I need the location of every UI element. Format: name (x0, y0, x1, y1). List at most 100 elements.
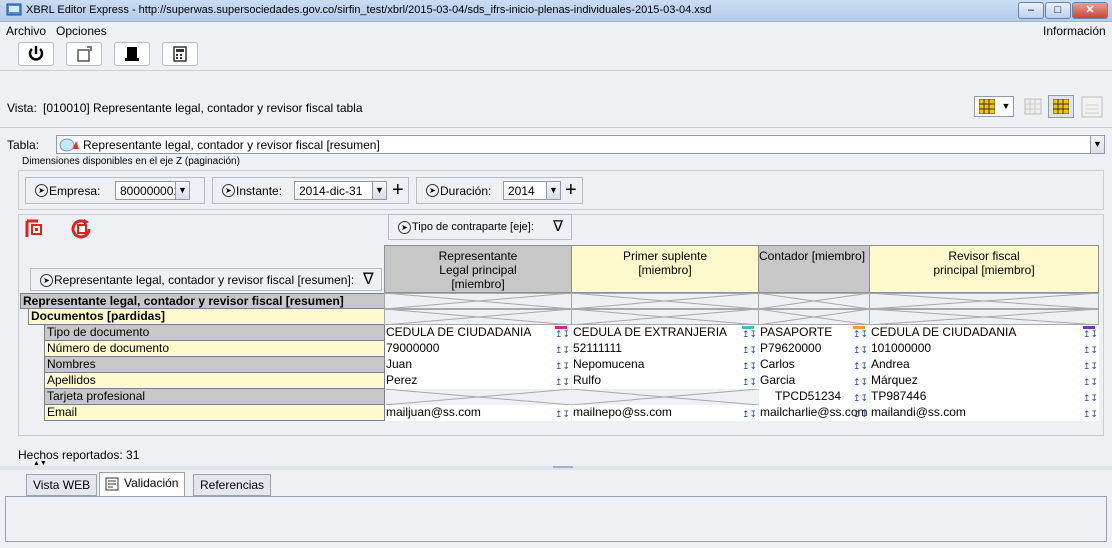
refresh-icon[interactable] (70, 218, 94, 240)
fact-marker-icon[interactable]: ↥↧ (1083, 406, 1099, 419)
table-cell[interactable]: Perez ↥↧ (385, 373, 571, 389)
row-label: Email (44, 405, 385, 421)
filter-icon[interactable]: ∇ (363, 269, 374, 289)
expand-icon[interactable]: ➤ (398, 221, 411, 234)
column-header-revisor-fiscal: Revisor fiscal principal [miembro] (869, 245, 1099, 293)
fact-marker-icon[interactable]: ↥↧ (555, 342, 571, 355)
fact-marker-icon[interactable]: ↥↧ (853, 390, 869, 403)
cell-value: 79000000 (386, 341, 440, 355)
close-button[interactable]: ✕ (1072, 2, 1108, 19)
fact-marker-icon[interactable]: ↥↧ (853, 406, 868, 419)
column-header-line: Revisor fiscal (948, 249, 1020, 263)
instante-select[interactable]: 2014-dic-31 ▼ (294, 181, 387, 200)
filter-icon[interactable]: ∇ (553, 217, 563, 235)
fact-marker-icon[interactable]: ↥↧ (742, 326, 757, 339)
table-cell[interactable]: Garcia ↥↧ (759, 373, 869, 389)
calculator-button[interactable] (162, 42, 198, 66)
menu-archivo[interactable]: Archivo (6, 24, 46, 38)
row-label: Número de documento (44, 341, 385, 357)
fact-marker-icon[interactable]: ↥↧ (555, 406, 570, 419)
duracion-select[interactable]: 2014 ▼ (503, 181, 561, 200)
list-view-icon[interactable] (1024, 98, 1042, 115)
fact-marker-glyph: ↥↧ (555, 345, 571, 355)
table-cell[interactable]: mailnepo@ss.com ↥↧ (572, 405, 758, 421)
splitter-grip[interactable] (553, 466, 573, 468)
table-cell[interactable]: TPCD51234 ↥↧ (759, 389, 869, 405)
fact-marker-icon[interactable]: ↥↧ (742, 358, 757, 371)
add-duracion-button[interactable]: + (565, 179, 577, 201)
save-button[interactable] (114, 42, 150, 66)
table-cell[interactable]: P79620000 ↥↧ (759, 341, 869, 357)
insert-row-icon[interactable] (24, 218, 48, 240)
table-cell[interactable]: mailjuan@ss.com ↥↧ (385, 405, 571, 421)
fact-marker-glyph: ↥↧ (1083, 393, 1099, 403)
minimize-button[interactable]: – (1018, 2, 1044, 19)
fact-marker-icon[interactable]: ↥↧ (742, 342, 757, 355)
fact-marker-icon[interactable]: ↥↧ (1083, 326, 1098, 339)
fact-marker-icon[interactable]: ↥↧ (853, 342, 868, 355)
fact-marker-icon[interactable]: ↥↧ (1083, 358, 1098, 371)
table-cell[interactable]: Márquez ↥↧ (870, 373, 1099, 389)
chevron-down-icon: ▼ (175, 182, 189, 199)
fact-marker-icon[interactable]: ↥↧ (555, 358, 570, 371)
row-label: Tarjeta profesional (44, 389, 385, 405)
fact-marker-icon[interactable]: ↥↧ (853, 358, 868, 371)
table-cell[interactable]: 52111111 ↥↧ (572, 341, 758, 357)
cell-value: CEDULA DE EXTRANJERIA (573, 325, 728, 339)
fact-marker-icon[interactable]: ↥↧ (742, 374, 757, 387)
table-cell[interactable]: TP987446 ↥↧ (870, 389, 1099, 405)
table-cell[interactable]: PASAPORTE ↥↧ (759, 325, 869, 341)
cell-value: Márquez (871, 373, 918, 387)
table-cell[interactable]: mailcharlie@ss.com ↥↧ (759, 405, 869, 421)
fact-marker-icon[interactable]: ↥↧ (1083, 342, 1099, 355)
fact-marker-icon[interactable]: ↥↧ (742, 406, 757, 419)
new-document-button[interactable] (66, 42, 102, 66)
fact-marker-glyph: ↥↧ (853, 393, 869, 403)
table-cell[interactable]: CEDULA DE EXTRANJERIA ↥↧ (572, 325, 758, 341)
form-view-icon[interactable] (1081, 96, 1103, 118)
table-cell[interactable]: Nepomucena ↥↧ (572, 357, 758, 373)
fact-marker-icon[interactable]: ↥↧ (555, 374, 570, 387)
table-cell[interactable]: Rulfo ↥↧ (572, 373, 758, 389)
table-cell[interactable]: Andrea ↥↧ (870, 357, 1099, 373)
table-cell[interactable]: 101000000 ↥↧ (870, 341, 1099, 357)
column-header-line: principal [miembro] (933, 263, 1035, 277)
expand-icon[interactable]: ➤ (222, 184, 235, 197)
tab-referencias[interactable]: Referencias (193, 474, 272, 496)
title-bar: XBRL Editor Express - http://superwas.su… (0, 0, 1112, 22)
tab-vista-web[interactable]: Vista WEB (26, 474, 98, 496)
fact-marker-glyph: ↥↧ (853, 329, 869, 339)
fact-marker-icon[interactable]: ↥↧ (853, 326, 869, 339)
vista-label: Vista: (7, 101, 37, 115)
fact-marker-icon[interactable]: ↥↧ (1083, 390, 1099, 403)
table-icon (59, 138, 79, 152)
fact-marker-glyph: ↥↧ (1083, 345, 1099, 355)
fact-marker-icon[interactable]: ↥↧ (555, 326, 570, 339)
fact-marker-glyph: ↥↧ (1083, 409, 1099, 419)
view-mode-dropdown[interactable]: ▼ (974, 96, 1014, 117)
expand-icon[interactable]: ➤ (35, 184, 48, 197)
tab-validacion[interactable]: Validación (99, 472, 186, 496)
maximize-button[interactable]: □ (1045, 2, 1071, 19)
column-header-contador: Contador [miembro] (758, 245, 870, 293)
table-cell[interactable]: CEDULA DE CIUDADANIA ↥↧ (870, 325, 1099, 341)
table-cell[interactable]: mailandi@ss.com ↥↧ (870, 405, 1099, 421)
empresa-select[interactable]: 800000001 ▼ (115, 181, 190, 200)
menu-opciones[interactable]: Opciones (56, 24, 107, 38)
column-axis-header: ➤ Tipo de contraparte [eje]: ∇ (388, 214, 572, 240)
fact-marker-icon[interactable]: ↥↧ (1083, 374, 1098, 387)
fact-marker-icon[interactable]: ↥↧ (853, 374, 868, 387)
table-cell[interactable]: 79000000 ↥↧ (385, 341, 571, 357)
new-document-icon (77, 46, 92, 62)
tabla-select[interactable]: Representante legal, contador y revisor … (56, 135, 1105, 154)
table-cell[interactable]: Carlos ↥↧ (759, 357, 869, 373)
table-cell[interactable]: CEDULA DE CIUDADANIA ↥↧ (385, 325, 571, 341)
expand-icon[interactable]: ➤ (426, 184, 439, 197)
power-button[interactable] (18, 42, 54, 66)
grid-view-button[interactable] (1048, 95, 1074, 118)
cell-value: Rulfo (573, 373, 602, 387)
add-instante-button[interactable]: + (392, 179, 404, 201)
table-cell[interactable]: Juan ↥↧ (385, 357, 571, 373)
menu-informacion[interactable]: Información (1043, 24, 1106, 38)
expand-icon[interactable]: ➤ (40, 274, 53, 287)
